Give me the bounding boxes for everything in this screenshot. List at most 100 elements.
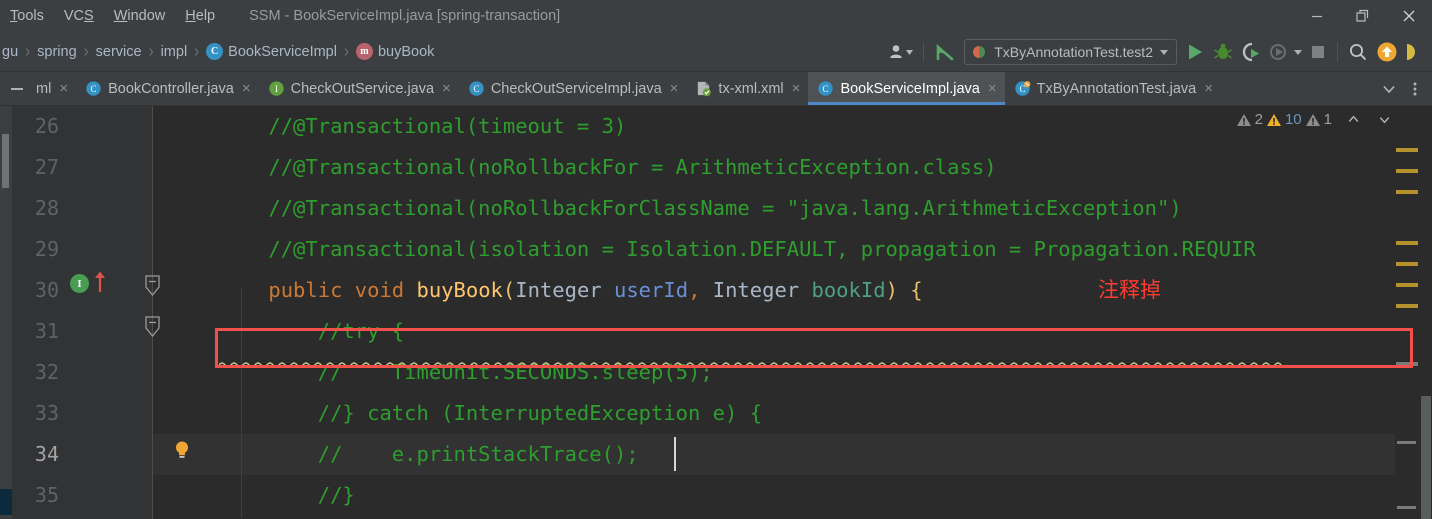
toolbar-divider (1337, 42, 1338, 62)
tab-label: CheckOutService.java (290, 80, 435, 97)
menu-tools[interactable]: Tools (0, 6, 54, 26)
line-number: 28 (34, 196, 59, 220)
tab-more-button[interactable] (1402, 75, 1428, 103)
code-token: userId (614, 278, 689, 302)
tab-close-button[interactable]: × (792, 81, 801, 96)
breadcrumb-label: impl (160, 43, 188, 60)
warning-marker[interactable] (1396, 169, 1418, 173)
tab-close-button[interactable]: × (242, 81, 251, 96)
line-number: 26 (34, 114, 59, 138)
debug-button[interactable] (1209, 38, 1237, 66)
warning-marker[interactable] (1396, 262, 1418, 266)
breadcrumb: gu › spring › service › impl › C BookSer… (0, 40, 436, 63)
svg-text:I: I (275, 84, 278, 94)
menu-help[interactable]: Help (175, 6, 225, 26)
ide-extra-indicator[interactable] (1402, 38, 1428, 66)
profiler-button[interactable] (1265, 38, 1305, 66)
update-available-button[interactable] (1372, 38, 1402, 66)
warning-marker[interactable] (1396, 148, 1418, 152)
breadcrumb-item-buybook[interactable]: m buyBook (354, 43, 436, 60)
code-line-34: // e.printStackTrace(); (219, 442, 639, 466)
tab-close-button[interactable]: × (670, 81, 679, 96)
code-token: , (688, 278, 701, 302)
breadcrumb-item-bookserviceimpl[interactable]: C BookServiceImpl (204, 43, 339, 60)
breadcrumb-item-spring[interactable]: spring (35, 44, 79, 60)
close-button[interactable] (1386, 0, 1432, 32)
profiler-icon (1270, 44, 1286, 60)
breadcrumb-separator: › (343, 40, 349, 63)
tab-close-button[interactable]: × (988, 81, 997, 96)
code-token: ) (885, 278, 898, 302)
user-button[interactable] (885, 38, 917, 66)
chevron-down-icon[interactable] (1377, 112, 1392, 127)
tab-list-button[interactable] (1376, 75, 1402, 103)
method-icon: m (355, 43, 373, 60)
menu-window[interactable]: Window (104, 6, 176, 26)
tab-bookcontroller-java[interactable]: C BookController.java × (76, 72, 259, 105)
tab-checkoutserviceimpl-java[interactable]: C CheckOutServiceImpl.java × (459, 72, 687, 105)
chevron-up-icon[interactable] (1346, 112, 1361, 127)
tab-checkoutservice-java[interactable]: I CheckOutService.java × (259, 72, 459, 105)
menu-bar: Tools VCS Window Help SSM - BookServiceI… (0, 0, 1432, 32)
warning-marker[interactable] (1396, 190, 1418, 194)
override-gutter-icon[interactable] (92, 270, 108, 299)
breadcrumb-item-service[interactable]: service (94, 44, 144, 60)
run-configuration-label: TxByAnnotationTest.test2 (994, 44, 1153, 60)
run-configuration-selector[interactable]: TxByAnnotationTest.test2 (964, 39, 1177, 65)
minimize-button[interactable] (1294, 0, 1340, 32)
breadcrumb-item-gu[interactable]: gu (0, 44, 20, 60)
spring-xml-file-icon (698, 81, 712, 97)
update-available-arrow-icon (1377, 42, 1397, 62)
tab-close-button[interactable]: × (1204, 81, 1213, 96)
warning-marker[interactable] (1396, 241, 1418, 245)
info-marker[interactable] (1397, 441, 1416, 444)
main-toolbar: TxByAnnotationTest.test2 (885, 32, 1428, 72)
run-with-coverage-button[interactable] (1237, 38, 1265, 66)
tab-tx-xml-xml[interactable]: tx-xml.xml × (686, 72, 808, 105)
tab-label: BookController.java (108, 80, 234, 97)
tab-txbyannotationtest-java[interactable]: C TxByAnnotationTest.java × (1005, 72, 1221, 105)
code-token: public (268, 278, 343, 302)
menu-vcs[interactable]: VCS (54, 6, 104, 26)
minimize-icon (1312, 15, 1322, 18)
window-title: SSM - BookServiceImpl.java [spring-trans… (249, 8, 561, 24)
vcs-update-button[interactable] (930, 38, 960, 66)
warning-marker[interactable] (1396, 304, 1418, 308)
line-number: 33 (34, 401, 59, 425)
run-config-test-icon (973, 46, 986, 58)
collapse-tabs-button[interactable] (0, 72, 34, 105)
line-number: 32 (34, 360, 59, 384)
run-button[interactable] (1181, 38, 1209, 66)
search-everywhere-button[interactable] (1344, 38, 1372, 66)
warning-marker[interactable] (1396, 283, 1418, 287)
inspection-item-typo[interactable]: 1 (1305, 111, 1332, 128)
breadcrumb-label: spring (37, 43, 77, 60)
code-line-29: //@Transactional(isolation = Isolation.D… (219, 237, 1256, 261)
tab-close-button[interactable]: × (442, 81, 451, 96)
tab-label: ml (36, 80, 52, 97)
stop-button[interactable] (1305, 38, 1331, 66)
inspection-item-weak-warning[interactable]: 2 (1236, 111, 1263, 128)
tab-bar-actions (1376, 72, 1432, 105)
breadcrumb-label: BookServiceImpl (228, 43, 337, 60)
scrollbar-thumb[interactable] (1421, 396, 1431, 519)
editor-vertical-scrollbar[interactable] (1419, 106, 1432, 519)
window-controls (1294, 0, 1432, 32)
implemented-method-gutter-icon[interactable]: I (70, 274, 89, 293)
line-number-current: 34 (34, 442, 59, 466)
inspection-status-widget[interactable]: 2 10 1 (1236, 111, 1392, 128)
code-line-30: public void buyBook(Integer userId, Inte… (153, 270, 923, 311)
inspection-item-warning[interactable]: 10 (1266, 111, 1302, 128)
tab-bookserviceimpl-java[interactable]: C BookServiceImpl.java × (808, 72, 1005, 105)
breadcrumb-item-impl[interactable]: impl (159, 44, 190, 60)
line-number: 29 (34, 237, 59, 261)
code-editor[interactable]: 26 27 28 29 30 31 32 33 34 35 I //@Trans… (0, 106, 1432, 519)
tab-close-button[interactable]: × (59, 81, 68, 96)
code-token: { (910, 278, 923, 302)
search-magnifier-icon (1350, 44, 1367, 61)
tab-xml-truncated[interactable]: ml × (34, 72, 76, 105)
restore-button[interactable] (1340, 0, 1386, 32)
info-marker[interactable] (1397, 506, 1416, 509)
